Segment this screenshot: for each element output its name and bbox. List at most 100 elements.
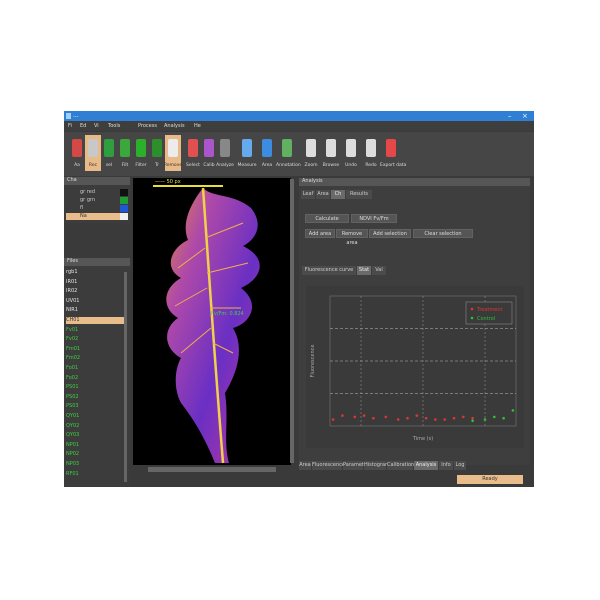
image-viewer[interactable]: —— 50 px Fv/Fm: 0.824 — [133, 178, 291, 465]
tool-button-17[interactable]: Export data — [380, 135, 406, 171]
add-selection-button[interactable]: Add selection — [369, 229, 411, 238]
channel-color-swatch[interactable] — [120, 213, 128, 220]
ruler-icon — [242, 139, 252, 157]
menu-file[interactable]: Fi — [68, 123, 72, 129]
file-list-item[interactable]: QY01 — [66, 413, 124, 420]
channel-row[interactable]: fl — [66, 205, 128, 212]
image-vscrollbar[interactable] — [290, 179, 294, 463]
color-swatch-icon — [72, 139, 82, 157]
bottom-tab[interactable]: Analysis — [414, 461, 438, 470]
crop-icon — [88, 139, 98, 157]
file-list-item[interactable]: rgb1 — [66, 269, 124, 276]
tool-button-6[interactable]: Remove — [163, 135, 183, 171]
bottom-tab[interactable]: Log — [454, 461, 466, 470]
app-icon — [66, 113, 71, 119]
menu-analysis[interactable]: Analysis — [164, 123, 185, 129]
channel-row[interactable]: gr red — [66, 189, 128, 196]
bottom-tab[interactable]: Fluorescence — [312, 461, 345, 470]
bottom-tab[interactable]: Histogram — [364, 461, 390, 470]
legend-marker — [470, 316, 474, 320]
data-point — [471, 416, 474, 420]
bottom-tab[interactable]: Area — [299, 461, 311, 470]
file-list-item[interactable]: Fv01 — [66, 327, 124, 334]
channel-row[interactable]: gr grn — [66, 197, 128, 204]
tab-leaf[interactable]: Leaf — [301, 190, 315, 199]
clear-selection-button[interactable]: Clear selection — [413, 229, 473, 238]
file-list-item[interactable]: NP03 — [66, 461, 124, 468]
analysis-header: Analysis — [299, 178, 530, 186]
analysis-panel: Analysis Leaf Area Ch Results Calculate … — [299, 178, 530, 465]
menu-bar: Fi Ed Vi Tools Process Analysis He — [64, 121, 534, 131]
eraser-icon — [168, 139, 178, 157]
menu-view[interactable]: Vi — [94, 123, 99, 129]
file-list-item[interactable]: QY02 — [66, 423, 124, 430]
channel-name: Na — [80, 213, 87, 219]
channel-color-swatch[interactable] — [120, 189, 128, 196]
tool-button-11[interactable]: Area — [259, 135, 275, 171]
file-list-item[interactable]: NP02 — [66, 451, 124, 458]
data-point — [424, 416, 428, 420]
tab-val[interactable]: Val — [372, 266, 386, 275]
tool-button-12[interactable]: Annotation — [276, 135, 301, 171]
bottom-tab[interactable]: Calibration — [387, 461, 414, 470]
minimize-button[interactable]: – — [508, 111, 512, 121]
tool-button-15[interactable]: Undo — [343, 135, 359, 171]
image-hscrollbar[interactable] — [148, 467, 276, 472]
calculate-button[interactable]: Calculate — [305, 214, 349, 223]
app-window: ... – × Fi Ed Vi Tools Process Analysis … — [64, 111, 534, 487]
file-list-item[interactable]: Fm01 — [66, 346, 124, 353]
menu-process[interactable]: Process — [138, 123, 157, 129]
file-list-item[interactable]: Fo02 — [66, 375, 124, 382]
channel-row[interactable]: Na — [66, 213, 128, 220]
bottom-tab[interactable]: Info — [439, 461, 453, 470]
file-list-item[interactable]: QY03 — [66, 432, 124, 439]
magnifier-icon — [306, 139, 316, 157]
data-point — [331, 418, 335, 421]
tab-stat[interactable]: Stat — [357, 266, 371, 275]
data-point — [341, 414, 344, 417]
tool-label: Measure — [237, 163, 257, 168]
file-list-item[interactable]: IR02 — [66, 288, 124, 295]
file-list-item[interactable]: PS02 — [66, 394, 124, 401]
ndvi-button[interactable]: NDVI Fv/Fm — [351, 214, 397, 223]
tool-button-9[interactable]: Analyze — [216, 135, 234, 171]
file-list-item[interactable]: Fo01 — [66, 365, 124, 372]
data-point — [502, 416, 505, 420]
tab-fluorescence-curve[interactable]: Fluorescence curve — [302, 266, 356, 275]
data-point — [434, 418, 437, 421]
channel-color-swatch[interactable] — [120, 197, 128, 204]
tool-button-10[interactable]: Measure — [237, 135, 257, 171]
menu-tools[interactable]: Tools — [108, 123, 120, 129]
leaf-icon — [152, 139, 162, 157]
file-list-item[interactable]: UV01 — [66, 298, 124, 305]
bottom-tab[interactable]: Parameters — [343, 461, 372, 470]
tool-label: Remove — [163, 163, 183, 168]
tab-area[interactable]: Area — [316, 190, 330, 199]
file-list-item[interactable]: RF01 — [66, 471, 124, 478]
menu-edit[interactable]: Ed — [80, 123, 86, 129]
tool-button-16[interactable]: Redo — [363, 135, 379, 171]
tab-ch[interactable]: Ch — [331, 190, 345, 199]
tool-button-14[interactable]: Browse — [323, 135, 339, 171]
add-area-button[interactable]: Add area — [305, 229, 335, 238]
redo-icon — [366, 139, 376, 157]
tool-button-13[interactable]: Zoom — [303, 135, 319, 171]
menu-help[interactable]: He — [194, 123, 201, 129]
file-list-item[interactable]: NP01 — [66, 442, 124, 449]
channel-color-swatch[interactable] — [120, 205, 128, 212]
file-list-item[interactable]: CH01 — [66, 317, 124, 324]
files-scrollbar[interactable] — [124, 272, 127, 482]
scale-bar-label: —— 50 px — [155, 179, 181, 185]
remove-area-button[interactable]: Remove area — [336, 229, 368, 246]
chart-icon — [220, 139, 230, 157]
tab-results[interactable]: Results — [346, 190, 372, 199]
file-list-item[interactable]: NIR1 — [66, 307, 124, 314]
close-button[interactable]: × — [522, 111, 528, 121]
tool-label: Area — [261, 163, 273, 168]
channel-name: fl — [80, 205, 84, 211]
file-list-item[interactable]: Fm02 — [66, 355, 124, 362]
file-list-item[interactable]: IR01 — [66, 279, 124, 286]
file-list-item[interactable]: PS01 — [66, 384, 124, 391]
file-list-item[interactable]: PS03 — [66, 403, 124, 410]
file-list-item[interactable]: Fv02 — [66, 336, 124, 343]
